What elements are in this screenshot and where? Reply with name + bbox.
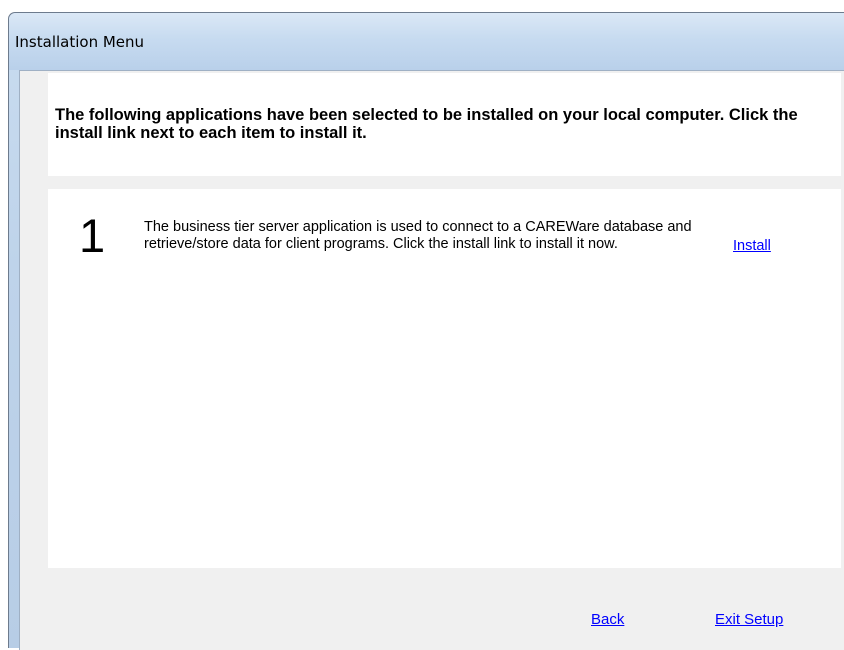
dialog-client-area: The following applications have been sel…: [19, 70, 844, 650]
item-description: The business tier server application is …: [144, 219, 692, 252]
application-list-panel: 1 The business tier server application i…: [48, 189, 841, 568]
instructions-text: The following applications have been sel…: [55, 106, 798, 142]
window-title: Installation Menu: [15, 33, 145, 51]
back-link[interactable]: Back: [591, 611, 624, 628]
installer-window: Installation Menu The following applicat…: [8, 12, 844, 650]
instructions-panel: The following applications have been sel…: [48, 73, 841, 176]
title-bar[interactable]: Installation Menu: [9, 13, 844, 70]
install-link[interactable]: Install: [733, 238, 771, 254]
item-number: 1: [79, 209, 106, 262]
exit-setup-link[interactable]: Exit Setup: [715, 611, 783, 628]
